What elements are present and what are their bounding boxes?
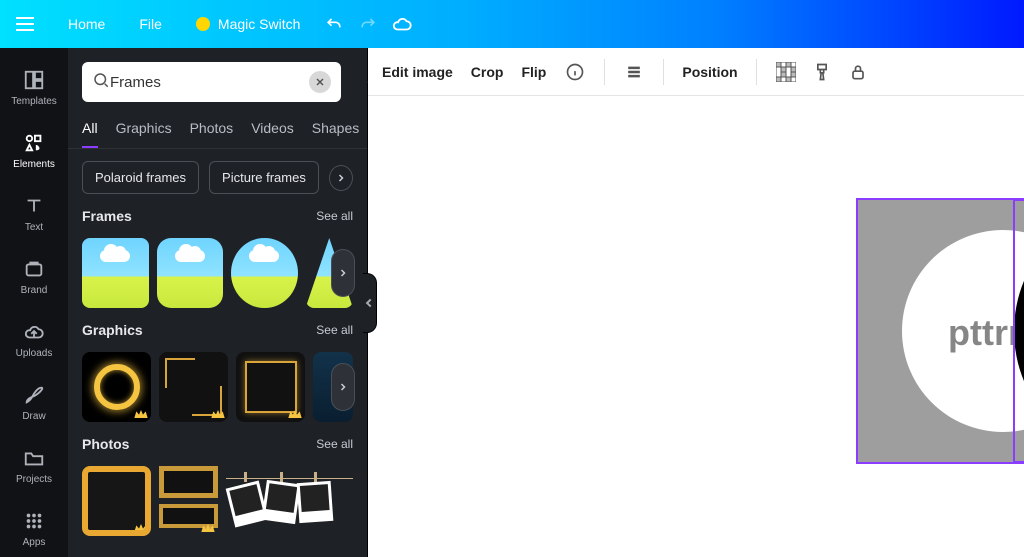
tab-graphics[interactable]: Graphics [116, 116, 172, 148]
flip-button[interactable]: Flip [521, 64, 546, 80]
rail-uploads[interactable]: Uploads [0, 312, 68, 367]
crown-icon [287, 408, 303, 420]
menu-home[interactable]: Home [54, 8, 119, 40]
see-all-photos[interactable]: See all [316, 437, 353, 451]
search-input[interactable] [110, 74, 309, 91]
frame-rounded[interactable] [157, 238, 224, 308]
crown-icon [133, 522, 149, 534]
rail-draw[interactable]: Draw [0, 375, 68, 430]
frame-square[interactable] [82, 238, 149, 308]
photo-gold-frame[interactable] [82, 466, 151, 536]
section-frames-title: Frames [82, 208, 132, 224]
magic-label: Magic Switch [218, 16, 300, 32]
photos-row [82, 466, 353, 536]
tab-videos[interactable]: Videos [251, 116, 294, 148]
graphic-corner-frame[interactable] [159, 352, 228, 422]
category-tabs: All Graphics Photos Videos Shapes [68, 112, 367, 149]
canvas-area: Edit image Crop Flip Position [368, 48, 1024, 557]
lock-icon[interactable] [847, 61, 869, 83]
crown-icon [210, 408, 226, 420]
tab-shapes[interactable]: Shapes [312, 116, 359, 148]
cloud-sync-icon[interactable] [388, 10, 416, 38]
info-icon[interactable] [564, 61, 586, 83]
draw-icon [22, 383, 46, 407]
tab-all[interactable]: All [82, 116, 98, 148]
search-icon [92, 71, 110, 94]
graphics-next-button[interactable] [331, 363, 355, 411]
frame-circle[interactable] [231, 238, 298, 308]
crop-button[interactable]: Crop [471, 64, 504, 80]
brand-icon [22, 257, 46, 281]
transparency-icon[interactable] [775, 61, 797, 83]
top-menu-bar: Home File Magic Switch [0, 0, 1024, 48]
list-icon[interactable] [623, 61, 645, 83]
frames-row [82, 238, 353, 308]
section-photos-title: Photos [82, 436, 129, 452]
rail-brand[interactable]: Brand [0, 249, 68, 304]
pill-polaroid-frames[interactable]: Polaroid frames [82, 161, 199, 194]
rail-label: Uploads [16, 348, 53, 359]
graphic-gold-square[interactable] [236, 352, 305, 422]
text-icon [22, 194, 46, 218]
artboard[interactable]: pttrns [858, 200, 1024, 462]
frames-next-button[interactable] [331, 249, 355, 297]
undo-icon[interactable] [320, 10, 348, 38]
projects-icon [22, 446, 46, 470]
menu-file[interactable]: File [125, 8, 176, 40]
menu-magic-switch[interactable]: Magic Switch [182, 8, 314, 40]
crown-icon [133, 408, 149, 420]
hamburger-icon[interactable] [16, 12, 40, 36]
rail-projects[interactable]: Projects [0, 438, 68, 493]
rail-text[interactable]: Text [0, 186, 68, 241]
pills-next-button[interactable] [329, 165, 353, 191]
photo-polaroid-line[interactable] [226, 466, 353, 536]
graphic-gold-ring[interactable] [82, 352, 151, 422]
selection-outline [1013, 199, 1024, 463]
rail-label: Projects [16, 474, 52, 485]
suggestion-pills: Polaroid frames Picture frames [82, 161, 353, 194]
rail-elements[interactable]: Elements [0, 123, 68, 178]
clear-search-button[interactable] [309, 71, 331, 93]
pill-picture-frames[interactable]: Picture frames [209, 161, 319, 194]
copy-style-icon[interactable] [811, 61, 833, 83]
uploads-icon [22, 320, 46, 344]
section-graphics-title: Graphics [82, 322, 143, 338]
rail-label: Brand [21, 285, 48, 296]
rail-label: Draw [22, 411, 45, 422]
crown-icon [200, 522, 216, 534]
elements-panel: All Graphics Photos Videos Shapes Polaro… [68, 48, 368, 557]
elements-icon [22, 131, 46, 155]
search-settings-button[interactable] [351, 68, 373, 96]
rail-label: Elements [13, 159, 55, 170]
tab-photos[interactable]: Photos [190, 116, 234, 148]
rail-apps[interactable]: Apps [0, 501, 68, 556]
rail-label: Apps [23, 537, 46, 548]
templates-icon [22, 68, 46, 92]
apps-icon [22, 509, 46, 533]
rail-label: Text [25, 222, 43, 233]
position-button[interactable]: Position [682, 64, 737, 80]
see-all-graphics[interactable]: See all [316, 323, 353, 337]
nav-rail: Templates Elements Text Brand Uploads [0, 48, 68, 557]
see-all-frames[interactable]: See all [316, 209, 353, 223]
edit-image-button[interactable]: Edit image [382, 64, 453, 80]
rail-label: Templates [11, 96, 57, 107]
magic-dot-icon [196, 17, 210, 31]
context-toolbar: Edit image Crop Flip Position [368, 48, 1024, 96]
photo-double-frame[interactable] [159, 466, 218, 536]
redo-icon[interactable] [354, 10, 382, 38]
canvas-stage[interactable]: pttrns pttrns [368, 96, 1024, 557]
search-box[interactable] [82, 62, 341, 102]
rail-templates[interactable]: Templates [0, 60, 68, 115]
graphics-row [82, 352, 353, 422]
